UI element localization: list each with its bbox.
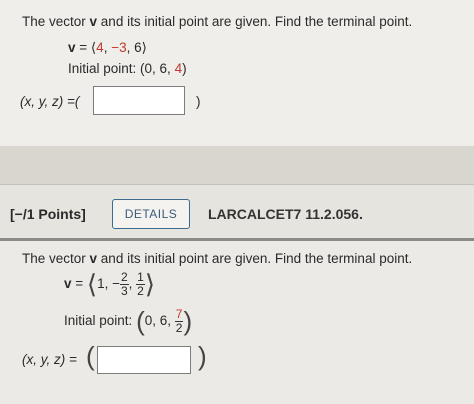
question-1-prompt: The vector v and its initial point are g… bbox=[22, 14, 413, 29]
answer-input-1[interactable] bbox=[93, 86, 185, 115]
initial-point-2: Initial point: (0, 6, 7 2) bbox=[64, 306, 193, 336]
answer-close-paren-1: ) bbox=[196, 94, 201, 109]
initial-point-1: Initial point: (0, 6, 4) bbox=[68, 61, 187, 76]
right-paren: ) bbox=[183, 306, 193, 336]
answer-label-1: (x, y, z) =( bbox=[20, 94, 80, 109]
fraction-2-3: 23 bbox=[119, 270, 129, 298]
question-card-2: The vector v and its initial point are g… bbox=[0, 238, 474, 404]
question-card-1: The vector v and its initial point are g… bbox=[0, 0, 474, 147]
answer-right-paren: ) bbox=[198, 341, 207, 371]
points-label: [−/1 Points] bbox=[10, 206, 86, 222]
answer-left-paren: ( bbox=[86, 341, 95, 371]
vector-line-2: v = ⟨1, −2 3, 1 2 ⟩ bbox=[64, 269, 156, 299]
answer-label-2: (x, y, z) = bbox=[22, 352, 77, 367]
vector-line-1: v = ⟨4, −3, 6⟩ bbox=[68, 40, 147, 55]
separator bbox=[0, 146, 474, 184]
problem-code: LARCALCET7 11.2.056. bbox=[208, 206, 363, 222]
fraction-1-2: 12 bbox=[136, 270, 145, 298]
question-2-prompt: The vector v and its initial point are g… bbox=[22, 251, 413, 266]
left-angle-bracket: ⟨ bbox=[86, 269, 98, 299]
answer-input-2[interactable] bbox=[97, 346, 191, 374]
left-paren: ( bbox=[136, 306, 145, 336]
right-angle-bracket: ⟩ bbox=[144, 269, 156, 299]
details-button[interactable]: DETAILS bbox=[112, 199, 190, 229]
